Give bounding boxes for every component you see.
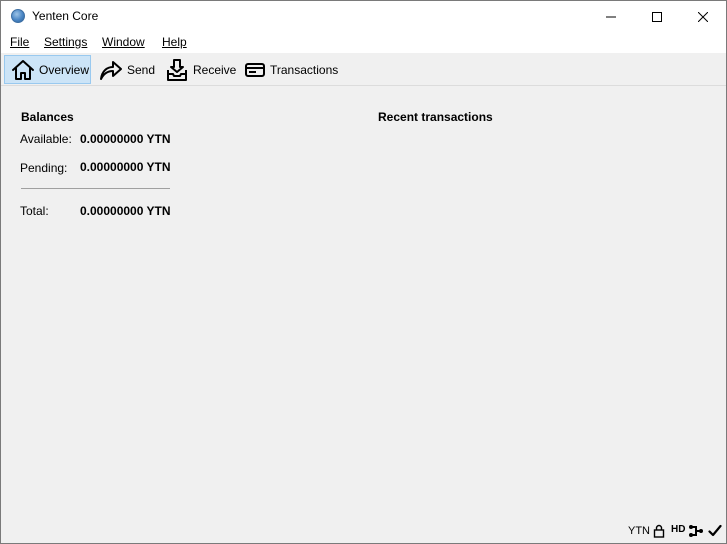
- hd-icon: HD: [671, 524, 686, 535]
- lock-icon: [651, 523, 667, 539]
- menu-settings-label: Settings: [44, 35, 88, 49]
- recent-transactions-heading: Recent transactions: [378, 110, 493, 124]
- menu-file[interactable]: File: [10, 35, 29, 49]
- tab-overview-label: Overview: [39, 62, 90, 77]
- menu-settings[interactable]: Settings: [44, 35, 87, 49]
- menu-bar: File Settings Window Help: [1, 32, 726, 53]
- available-value[interactable]: 0.00000000 YTN: [80, 132, 171, 146]
- tab-overview[interactable]: Overview: [4, 55, 91, 84]
- tab-transactions[interactable]: Transactions: [237, 55, 339, 84]
- receive-inbox-icon: [165, 58, 189, 82]
- total-value[interactable]: 0.00000000 YTN: [80, 204, 171, 218]
- minimize-icon: [606, 16, 616, 17]
- overview-page: Balances Available: 0.00000000 YTN Pendi…: [1, 87, 726, 519]
- title-bar[interactable]: Yenten Core: [1, 1, 726, 32]
- home-icon: [11, 58, 35, 82]
- tab-receive[interactable]: Receive: [158, 55, 237, 84]
- card-icon: [244, 58, 266, 82]
- window-title: Yenten Core: [32, 9, 99, 23]
- tab-send[interactable]: Send: [92, 55, 156, 84]
- balances-heading: Balances: [21, 110, 74, 124]
- menu-file-label: File: [10, 35, 30, 49]
- tab-receive-label: Receive: [193, 62, 237, 77]
- close-button[interactable]: [680, 1, 726, 32]
- minimize-button[interactable]: [588, 1, 634, 32]
- main-window: Yenten Core File Settings Window Help Ov…: [0, 0, 727, 544]
- maximize-icon: [652, 11, 662, 22]
- balance-divider: [21, 188, 170, 189]
- maximize-button[interactable]: [634, 1, 680, 32]
- menu-window[interactable]: Window: [102, 35, 145, 49]
- available-label: Available:: [20, 132, 72, 146]
- network-icon[interactable]: [688, 523, 704, 539]
- yenten-app-icon: [11, 9, 25, 23]
- toolbar: Overview Send Receive Transactions: [1, 53, 726, 86]
- unit-label[interactable]: YTN: [628, 525, 650, 537]
- status-bar: YTN HD: [1, 519, 726, 543]
- total-label: Total:: [20, 204, 49, 218]
- close-icon: [698, 11, 708, 22]
- pending-label: Pending:: [20, 161, 68, 175]
- tab-transactions-label: Transactions: [270, 62, 339, 77]
- menu-help[interactable]: Help: [162, 35, 187, 49]
- tab-send-label: Send: [127, 62, 156, 77]
- menu-help-label: Help: [162, 35, 187, 49]
- recent-transactions-list[interactable]: [378, 131, 708, 511]
- sync-check-icon: [707, 523, 723, 539]
- menu-window-label: Window: [102, 35, 145, 49]
- pending-value[interactable]: 0.00000000 YTN: [80, 160, 171, 174]
- send-arrow-icon: [99, 58, 123, 82]
